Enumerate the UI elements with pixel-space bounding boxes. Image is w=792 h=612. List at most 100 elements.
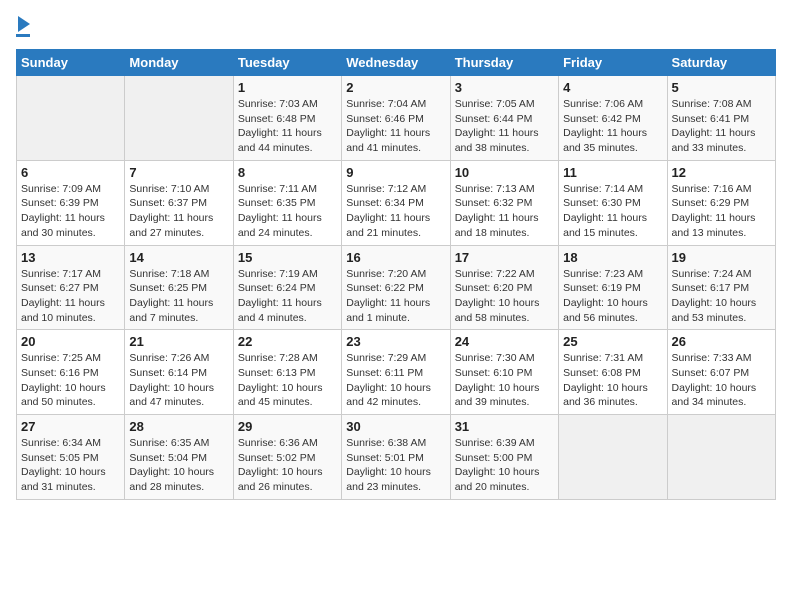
day-number: 10 (455, 165, 554, 180)
day-detail: Sunrise: 6:35 AM Sunset: 5:04 PM Dayligh… (129, 436, 228, 495)
day-number: 6 (21, 165, 120, 180)
day-number: 28 (129, 419, 228, 434)
day-cell: 28 Sunrise: 6:35 AM Sunset: 5:04 PM Dayli… (125, 415, 233, 500)
day-cell (17, 76, 125, 161)
day-number: 27 (21, 419, 120, 434)
day-detail: Sunrise: 7:11 AM Sunset: 6:35 PM Dayligh… (238, 182, 337, 241)
day-number: 4 (563, 80, 662, 95)
day-number: 2 (346, 80, 445, 95)
week-row-1: 1 Sunrise: 7:03 AM Sunset: 6:48 PM Daylig… (17, 76, 776, 161)
week-row-3: 13 Sunrise: 7:17 AM Sunset: 6:27 PM Dayli… (17, 245, 776, 330)
day-number: 22 (238, 334, 337, 349)
day-number: 25 (563, 334, 662, 349)
day-detail: Sunrise: 6:36 AM Sunset: 5:02 PM Dayligh… (238, 436, 337, 495)
header-friday: Friday (559, 50, 667, 76)
header-tuesday: Tuesday (233, 50, 341, 76)
day-cell: 25 Sunrise: 7:31 AM Sunset: 6:08 PM Dayli… (559, 330, 667, 415)
day-number: 13 (21, 250, 120, 265)
day-detail: Sunrise: 7:29 AM Sunset: 6:11 PM Dayligh… (346, 351, 445, 410)
day-number: 19 (672, 250, 771, 265)
day-cell: 9 Sunrise: 7:12 AM Sunset: 6:34 PM Daylig… (342, 160, 450, 245)
day-number: 17 (455, 250, 554, 265)
day-number: 7 (129, 165, 228, 180)
day-detail: Sunrise: 7:09 AM Sunset: 6:39 PM Dayligh… (21, 182, 120, 241)
day-number: 29 (238, 419, 337, 434)
day-number: 31 (455, 419, 554, 434)
day-cell: 24Sunrise: 7:30 AM Sunset: 6:10 PM Dayli… (450, 330, 558, 415)
day-number: 11 (563, 165, 662, 180)
day-cell: 20Sunrise: 7:25 AM Sunset: 6:16 PM Dayli… (17, 330, 125, 415)
day-detail: Sunrise: 6:39 AM Sunset: 5:00 PM Dayligh… (455, 436, 554, 495)
day-detail: Sunrise: 7:24 AM Sunset: 6:17 PM Dayligh… (672, 267, 771, 326)
day-detail: Sunrise: 7:28 AM Sunset: 6:13 PM Dayligh… (238, 351, 337, 410)
header-wednesday: Wednesday (342, 50, 450, 76)
day-cell (667, 415, 775, 500)
day-cell: 17 Sunrise: 7:22 AM Sunset: 6:20 PM Dayli… (450, 245, 558, 330)
day-detail: Sunrise: 7:14 AM Sunset: 6:30 PM Dayligh… (563, 182, 662, 241)
day-detail: Sunrise: 7:10 AM Sunset: 6:37 PM Dayligh… (129, 182, 228, 241)
day-number: 16 (346, 250, 445, 265)
header-thursday: Thursday (450, 50, 558, 76)
day-cell: 12Sunrise: 7:16 AM Sunset: 6:29 PM Dayli… (667, 160, 775, 245)
day-cell: 21 Sunrise: 7:26 AM Sunset: 6:14 PM Dayli… (125, 330, 233, 415)
day-cell: 6 Sunrise: 7:09 AM Sunset: 6:39 PM Daylig… (17, 160, 125, 245)
day-detail: Sunrise: 7:23 AM Sunset: 6:19 PM Dayligh… (563, 267, 662, 326)
day-cell: 15Sunrise: 7:19 AM Sunset: 6:24 PM Dayli… (233, 245, 341, 330)
day-detail: Sunrise: 7:03 AM Sunset: 6:48 PM Dayligh… (238, 97, 337, 156)
day-cell: 3 Sunrise: 7:05 AM Sunset: 6:44 PM Daylig… (450, 76, 558, 161)
day-cell: 31 Sunrise: 6:39 AM Sunset: 5:00 PM Dayli… (450, 415, 558, 500)
header-saturday: Saturday (667, 50, 775, 76)
day-detail: Sunrise: 7:12 AM Sunset: 6:34 PM Dayligh… (346, 182, 445, 241)
day-cell: 23 Sunrise: 7:29 AM Sunset: 6:11 PM Dayli… (342, 330, 450, 415)
day-cell: 14 Sunrise: 7:18 AM Sunset: 6:25 PM Dayli… (125, 245, 233, 330)
day-number: 20 (21, 334, 120, 349)
day-detail: Sunrise: 7:05 AM Sunset: 6:44 PM Dayligh… (455, 97, 554, 156)
week-row-5: 27 Sunrise: 6:34 AM Sunset: 5:05 PM Dayli… (17, 415, 776, 500)
day-cell: 1 Sunrise: 7:03 AM Sunset: 6:48 PM Daylig… (233, 76, 341, 161)
day-number: 30 (346, 419, 445, 434)
day-number: 8 (238, 165, 337, 180)
day-cell: 29 Sunrise: 6:36 AM Sunset: 5:02 PM Dayli… (233, 415, 341, 500)
day-detail: Sunrise: 7:08 AM Sunset: 6:41 PM Dayligh… (672, 97, 771, 156)
day-number: 1 (238, 80, 337, 95)
day-detail: Sunrise: 7:17 AM Sunset: 6:27 PM Dayligh… (21, 267, 120, 326)
page-header (16, 16, 776, 37)
day-cell: 18 Sunrise: 7:23 AM Sunset: 6:19 PM Dayli… (559, 245, 667, 330)
header-monday: Monday (125, 50, 233, 76)
day-number: 21 (129, 334, 228, 349)
day-number: 26 (672, 334, 771, 349)
day-cell: 13 Sunrise: 7:17 AM Sunset: 6:27 PM Dayli… (17, 245, 125, 330)
day-detail: Sunrise: 7:31 AM Sunset: 6:08 PM Dayligh… (563, 351, 662, 410)
logo-underline (16, 34, 30, 37)
day-cell: 8 Sunrise: 7:11 AM Sunset: 6:35 PM Daylig… (233, 160, 341, 245)
logo (16, 16, 30, 37)
day-detail: Sunrise: 7:22 AM Sunset: 6:20 PM Dayligh… (455, 267, 554, 326)
day-cell: 7 Sunrise: 7:10 AM Sunset: 6:37 PM Daylig… (125, 160, 233, 245)
day-detail: Sunrise: 6:38 AM Sunset: 5:01 PM Dayligh… (346, 436, 445, 495)
calendar-header-row: SundayMondayTuesdayWednesdayThursdayFrid… (17, 50, 776, 76)
day-number: 3 (455, 80, 554, 95)
day-detail: Sunrise: 7:26 AM Sunset: 6:14 PM Dayligh… (129, 351, 228, 410)
day-number: 24 (455, 334, 554, 349)
day-cell: 10 Sunrise: 7:13 AM Sunset: 6:32 PM Dayli… (450, 160, 558, 245)
day-detail: Sunrise: 7:16 AM Sunset: 6:29 PM Dayligh… (672, 182, 771, 241)
day-cell: 2 Sunrise: 7:04 AM Sunset: 6:46 PM Daylig… (342, 76, 450, 161)
header-sunday: Sunday (17, 50, 125, 76)
day-cell: 30 Sunrise: 6:38 AM Sunset: 5:01 PM Dayli… (342, 415, 450, 500)
day-detail: Sunrise: 6:34 AM Sunset: 5:05 PM Dayligh… (21, 436, 120, 495)
day-number: 14 (129, 250, 228, 265)
day-detail: Sunrise: 7:33 AM Sunset: 6:07 PM Dayligh… (672, 351, 771, 410)
day-cell (559, 415, 667, 500)
day-number: 18 (563, 250, 662, 265)
logo-arrow-icon (18, 16, 30, 32)
day-cell: 11 Sunrise: 7:14 AM Sunset: 6:30 PM Dayli… (559, 160, 667, 245)
week-row-4: 20Sunrise: 7:25 AM Sunset: 6:16 PM Dayli… (17, 330, 776, 415)
week-row-2: 6 Sunrise: 7:09 AM Sunset: 6:39 PM Daylig… (17, 160, 776, 245)
day-detail: Sunrise: 7:18 AM Sunset: 6:25 PM Dayligh… (129, 267, 228, 326)
day-cell: 19 Sunrise: 7:24 AM Sunset: 6:17 PM Dayli… (667, 245, 775, 330)
day-number: 23 (346, 334, 445, 349)
day-cell: 4Sunrise: 7:06 AM Sunset: 6:42 PM Daylig… (559, 76, 667, 161)
day-number: 9 (346, 165, 445, 180)
day-detail: Sunrise: 7:13 AM Sunset: 6:32 PM Dayligh… (455, 182, 554, 241)
day-detail: Sunrise: 7:04 AM Sunset: 6:46 PM Dayligh… (346, 97, 445, 156)
